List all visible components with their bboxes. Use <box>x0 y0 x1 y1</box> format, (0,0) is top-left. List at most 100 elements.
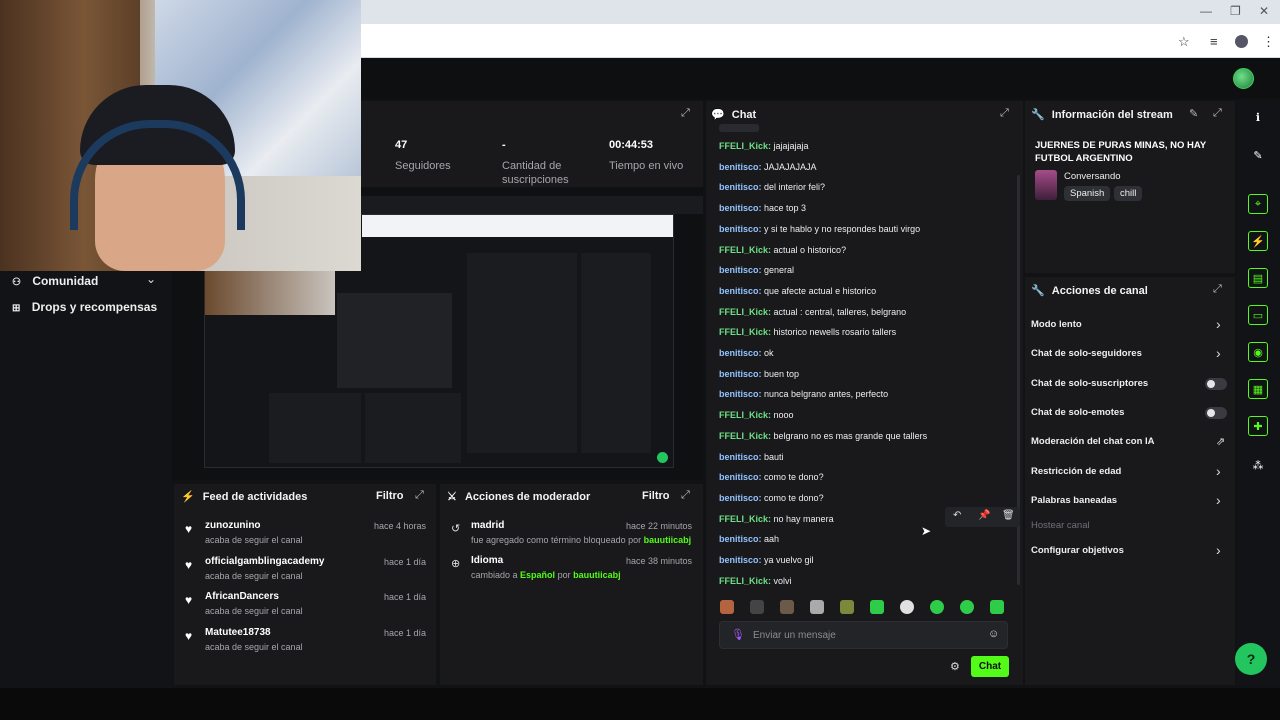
emote-icon[interactable] <box>840 600 854 614</box>
bookmark-star-icon[interactable]: ☆ <box>1178 34 1190 50</box>
chat-username[interactable]: benitisco: <box>719 534 762 544</box>
edit-pencil-icon[interactable]: ✎ <box>1189 107 1198 120</box>
target-icon[interactable]: ⌖ <box>1248 194 1268 214</box>
tag-spanish[interactable]: Spanish <box>1064 186 1111 201</box>
chat-username[interactable]: benitisco: <box>719 472 762 482</box>
bolt-icon[interactable]: ⚡ <box>1248 231 1268 251</box>
chevron-down-icon[interactable]: ⌄ <box>146 272 156 286</box>
browser-menu-icon[interactable]: ⋮ <box>1262 34 1275 50</box>
channel-action[interactable]: Restricción de edad <box>1031 466 1121 477</box>
popout-icon[interactable]: ⤢ <box>681 489 690 502</box>
moderator-name[interactable]: bauutiicabj <box>644 535 692 545</box>
toggle-switch[interactable] <box>1205 407 1227 419</box>
chat-username[interactable]: FFELI_Kick: <box>719 141 771 151</box>
send-chat-button[interactable]: Chat <box>971 656 1009 677</box>
channel-action[interactable]: Chat de solo-suscriptores <box>1031 378 1148 389</box>
emote-icon[interactable] <box>960 600 974 614</box>
chat-username[interactable]: FFELI_Kick: <box>719 576 771 586</box>
chat-input[interactable]: 🎙 Enviar un mensaje ☺ <box>719 621 1008 649</box>
toggle-switch[interactable] <box>1205 378 1227 390</box>
pencil-icon[interactable]: ✎ <box>1248 145 1268 165</box>
tool-icon[interactable]: ✚ <box>1248 416 1268 436</box>
chat-username[interactable]: benitisco: <box>719 162 762 172</box>
event-time: hace 22 minutos <box>625 521 692 531</box>
chat-username[interactable]: FFELI_Kick: <box>719 327 771 337</box>
emoji-icon[interactable]: ☺ <box>988 628 999 640</box>
chat-username[interactable]: benitisco: <box>719 369 762 379</box>
emote-icon[interactable] <box>780 600 794 614</box>
channel-action[interactable]: Configurar objetivos <box>1031 545 1124 556</box>
emote-icon[interactable] <box>750 600 764 614</box>
info-icon[interactable]: ℹ <box>1248 107 1268 127</box>
chat-message: benitisco: bauti <box>719 452 784 462</box>
layout-icon[interactable]: ▦ <box>1248 379 1268 399</box>
filter-button[interactable]: Filtro <box>376 490 404 502</box>
emote-icon[interactable] <box>720 600 734 614</box>
emote-icon[interactable] <box>930 600 944 614</box>
microphone-icon[interactable]: 🎙 <box>731 628 745 641</box>
chat-username[interactable]: benitisco: <box>719 389 762 399</box>
panel-title: Acciones de moderador <box>464 491 591 503</box>
chat-username[interactable]: benitisco: <box>719 493 762 503</box>
chat-username[interactable]: benitisco: <box>719 348 762 358</box>
tag-chill[interactable]: chill <box>1114 186 1143 201</box>
media-controls-icon[interactable]: ≡ <box>1210 34 1218 49</box>
user-avatar[interactable] <box>1233 68 1254 89</box>
popout-icon[interactable]: ⤢ <box>681 107 690 120</box>
moderator-name[interactable]: bauutiicabj <box>573 570 621 580</box>
channel-action[interactable]: Chat de solo-emotes <box>1031 407 1124 418</box>
chat-username[interactable]: benitisco: <box>719 286 762 296</box>
channel-action[interactable]: Palabras baneadas <box>1031 495 1117 506</box>
chat-username[interactable]: FFELI_Kick: <box>719 410 771 420</box>
gift-icon: ⊞ <box>12 303 21 314</box>
chevron-right-icon[interactable]: › <box>1216 463 1221 479</box>
sidebar-item-drops[interactable]: ⊞ Drops y recompensas <box>12 300 157 314</box>
filter-button[interactable]: Filtro <box>642 490 670 502</box>
stat-value: 47 <box>395 139 408 151</box>
chevron-right-icon[interactable]: › <box>1216 316 1221 332</box>
trash-icon[interactable]: 🗑 <box>1002 510 1015 521</box>
chevron-right-icon[interactable]: › <box>1216 345 1221 361</box>
close-icon[interactable]: ✕ <box>1259 4 1269 18</box>
pin-icon[interactable]: 📌 <box>978 510 990 521</box>
channel-action[interactable]: Modo lento <box>1031 319 1082 330</box>
emote-icon[interactable] <box>900 600 914 614</box>
broadcast-icon[interactable]: ◉ <box>1248 342 1268 362</box>
nodes-icon[interactable]: ⁂ <box>1248 455 1268 475</box>
help-support-button[interactable]: ? <box>1235 643 1267 675</box>
emote-icon[interactable] <box>870 600 884 614</box>
external-link-icon[interactable]: ⇗ <box>1216 435 1225 448</box>
wrench-icon: 🔧 <box>1031 109 1045 121</box>
chat-username[interactable]: benitisco: <box>719 555 762 565</box>
maximize-icon[interactable]: ❐ <box>1230 4 1241 18</box>
chat-username[interactable]: benitisco: <box>719 224 762 234</box>
clipboard-icon[interactable]: ▤ <box>1248 268 1268 288</box>
popout-icon[interactable]: ⤢ <box>1213 283 1222 296</box>
mod-actions-panel <box>440 484 703 685</box>
chat-username[interactable]: benitisco: <box>719 265 762 275</box>
emote-icon[interactable] <box>990 600 1004 614</box>
chevron-right-icon[interactable]: › <box>1216 542 1221 558</box>
chat-username[interactable]: FFELI_Kick: <box>719 245 771 255</box>
chat-username[interactable]: FFELI_Kick: <box>719 307 771 317</box>
chat-username[interactable]: benitisco: <box>719 452 762 462</box>
chat-username[interactable]: benitisco: <box>719 203 762 213</box>
popout-icon[interactable]: ⤢ <box>1000 107 1009 120</box>
chat-username[interactable]: benitisco: <box>719 182 762 192</box>
popout-icon[interactable]: ⤢ <box>415 489 424 502</box>
popout-icon[interactable]: ⤢ <box>1213 107 1222 120</box>
chevron-right-icon[interactable]: › <box>1216 492 1221 508</box>
channel-action[interactable]: Chat de solo-seguidores <box>1031 348 1142 359</box>
channel-action[interactable]: Moderación del chat con IA <box>1031 436 1155 447</box>
chat-icon[interactable]: ▭ <box>1248 305 1268 325</box>
minimize-icon[interactable]: — <box>1200 4 1212 18</box>
reply-icon[interactable]: ↶ <box>953 510 961 521</box>
profile-avatar[interactable] <box>1235 35 1248 48</box>
chat-username[interactable]: FFELI_Kick: <box>719 514 771 524</box>
emote-icon[interactable] <box>810 600 824 614</box>
gear-icon[interactable]: ⚙ <box>950 660 960 673</box>
chat-text: historico newells rosario tallers <box>773 327 897 338</box>
sidebar-item-comunidad[interactable]: ⚇ Comunidad <box>12 274 98 288</box>
chat-username[interactable]: FFELI_Kick: <box>719 431 771 441</box>
wrench-icon: 🔧 <box>1031 285 1045 297</box>
